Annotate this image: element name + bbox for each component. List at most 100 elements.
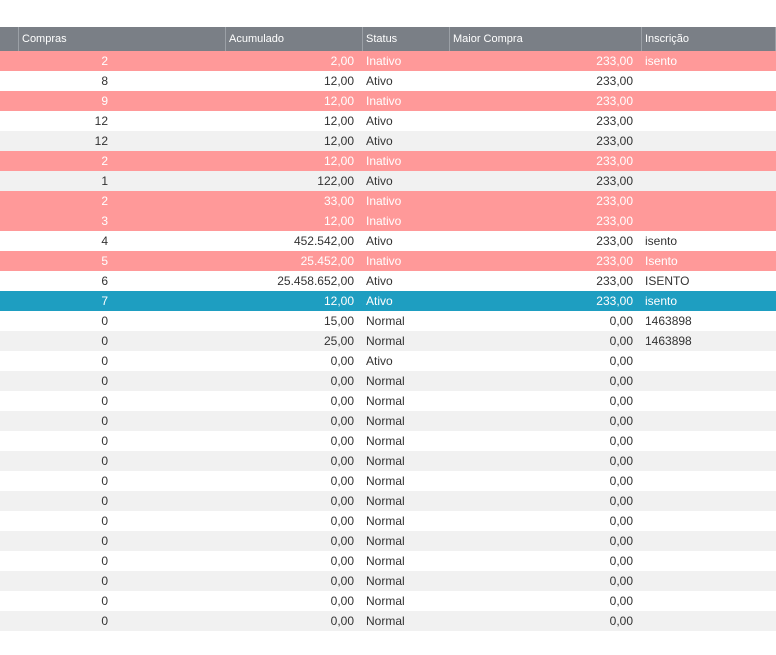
- cell-compras: 0: [101, 354, 108, 368]
- table-row[interactable]: 4 452.542,00 Ativo 233,00 isento: [0, 231, 776, 251]
- cell-compras: 0: [101, 594, 108, 608]
- row-selector[interactable]: [0, 231, 19, 251]
- cell-status: Normal: [366, 454, 405, 468]
- table-row[interactable]: 2 12,00 Inativo 233,00: [0, 151, 776, 171]
- row-selector[interactable]: [0, 171, 19, 191]
- cell-status: Normal: [366, 614, 405, 628]
- cell-acumulado: 25,00: [323, 334, 354, 348]
- cell-maior-compra: 233,00: [596, 54, 633, 68]
- table-row[interactable]: 0 0,00 Ativo 0,00: [0, 351, 776, 371]
- table-row[interactable]: 0 0,00 Normal 0,00: [0, 551, 776, 571]
- column-header-compras[interactable]: Compras: [19, 27, 226, 51]
- cell-status: Normal: [366, 394, 405, 408]
- cell-acumulado: 12,00: [323, 154, 354, 168]
- row-selector[interactable]: [0, 271, 19, 291]
- table-row[interactable]: 5 25.452,00 Inativo 233,00 Isento: [0, 251, 776, 271]
- cell-compras: 0: [101, 534, 108, 548]
- row-selector[interactable]: [0, 91, 19, 111]
- row-selector[interactable]: [0, 551, 19, 571]
- cell-acumulado: 12,00: [323, 114, 354, 128]
- row-selector[interactable]: [0, 451, 19, 471]
- row-selector[interactable]: [0, 251, 19, 271]
- table-row[interactable]: 2 33,00 Inativo 233,00: [0, 191, 776, 211]
- row-selector[interactable]: [0, 511, 19, 531]
- table-row[interactable]: 0 0,00 Normal 0,00: [0, 491, 776, 511]
- row-selector[interactable]: [0, 591, 19, 611]
- row-selector[interactable]: [0, 311, 19, 331]
- row-selector[interactable]: [0, 431, 19, 451]
- row-selector[interactable]: [0, 411, 19, 431]
- table-row[interactable]: 6 25.458.652,00 Ativo 233,00 ISENTO: [0, 271, 776, 291]
- row-selector-header[interactable]: [0, 27, 19, 51]
- cell-acumulado: 0,00: [330, 454, 354, 468]
- row-selector[interactable]: [0, 391, 19, 411]
- row-selector[interactable]: [0, 191, 19, 211]
- cell-maior-compra: 0,00: [609, 594, 633, 608]
- row-selector[interactable]: [0, 51, 19, 71]
- row-selector[interactable]: [0, 111, 19, 131]
- cell-status: Normal: [366, 434, 405, 448]
- table-row[interactable]: 12 12,00 Ativo 233,00: [0, 131, 776, 151]
- cell-maior-compra: 233,00: [596, 234, 633, 248]
- row-selector[interactable]: [0, 211, 19, 231]
- row-selector[interactable]: [0, 331, 19, 351]
- table-row[interactable]: 1 122,00 Ativo 233,00: [0, 171, 776, 191]
- table-row[interactable]: 0 0,00 Normal 0,00: [0, 471, 776, 491]
- table-row[interactable]: 0 0,00 Normal 0,00: [0, 531, 776, 551]
- cell-maior-compra: 233,00: [596, 174, 633, 188]
- column-header-acumulado[interactable]: Acumulado: [226, 27, 363, 51]
- table-row[interactable]: 0 0,00 Normal 0,00: [0, 591, 776, 611]
- cell-maior-compra: 0,00: [609, 314, 633, 328]
- cell-status: Ativo: [366, 354, 393, 368]
- cell-compras: 1: [101, 174, 108, 188]
- table-row[interactable]: 0 0,00 Normal 0,00: [0, 391, 776, 411]
- table-row[interactable]: 8 12,00 Ativo 233,00: [0, 71, 776, 91]
- table-row[interactable]: 0 0,00 Normal 0,00: [0, 451, 776, 471]
- table-row-selected[interactable]: 7 12,00 Ativo 233,00 isento: [0, 291, 776, 311]
- table-row[interactable]: 0 0,00 Normal 0,00: [0, 511, 776, 531]
- cell-compras: 3: [101, 214, 108, 228]
- cell-status: Normal: [366, 494, 405, 508]
- cell-status: Ativo: [366, 114, 393, 128]
- table-row[interactable]: 0 15,00 Normal 0,00 1463898: [0, 311, 776, 331]
- row-selector[interactable]: [0, 471, 19, 491]
- cell-maior-compra: 0,00: [609, 334, 633, 348]
- cell-compras: 2: [101, 194, 108, 208]
- cell-status: Inativo: [366, 254, 402, 268]
- row-selector[interactable]: [0, 531, 19, 551]
- row-selector[interactable]: [0, 351, 19, 371]
- table-row[interactable]: 0 0,00 Normal 0,00: [0, 571, 776, 591]
- table-row[interactable]: 9 12,00 Inativo 233,00: [0, 91, 776, 111]
- cell-status: Ativo: [366, 174, 393, 188]
- cell-inscricao: isento: [645, 54, 678, 68]
- cell-maior-compra: 0,00: [609, 354, 633, 368]
- cell-inscricao: [642, 191, 776, 211]
- cell-acumulado: 33,00: [323, 194, 354, 208]
- column-header-maior-compra[interactable]: Maior Compra: [450, 27, 642, 51]
- table-row[interactable]: 0 0,00 Normal 0,00: [0, 371, 776, 391]
- cell-maior-compra: 233,00: [596, 74, 633, 88]
- table-row[interactable]: 2 2,00 Inativo 233,00 isento: [0, 51, 776, 71]
- table-row[interactable]: 3 12,00 Inativo 233,00: [0, 211, 776, 231]
- cell-acumulado: 12,00: [323, 94, 354, 108]
- cell-acumulado: 0,00: [330, 494, 354, 508]
- column-header-status[interactable]: Status: [363, 27, 450, 51]
- table-row[interactable]: 12 12,00 Ativo 233,00: [0, 111, 776, 131]
- table-row[interactable]: 0 25,00 Normal 0,00 1463898: [0, 331, 776, 351]
- cell-maior-compra: 233,00: [596, 94, 633, 108]
- column-header-inscricao[interactable]: Inscrição: [642, 27, 776, 51]
- row-selector[interactable]: [0, 571, 19, 591]
- row-selector[interactable]: [0, 371, 19, 391]
- table-row[interactable]: 0 0,00 Normal 0,00: [0, 611, 776, 631]
- row-selector[interactable]: [0, 491, 19, 511]
- row-selector[interactable]: [0, 151, 19, 171]
- cell-compras: 0: [101, 474, 108, 488]
- cell-maior-compra: 0,00: [609, 374, 633, 388]
- row-selector[interactable]: [0, 291, 19, 311]
- row-selector[interactable]: [0, 611, 19, 631]
- table-row[interactable]: 0 0,00 Normal 0,00: [0, 431, 776, 451]
- row-selector[interactable]: [0, 131, 19, 151]
- row-selector[interactable]: [0, 71, 19, 91]
- table-row[interactable]: 0 0,00 Normal 0,00: [0, 411, 776, 431]
- cell-acumulado: 0,00: [330, 514, 354, 528]
